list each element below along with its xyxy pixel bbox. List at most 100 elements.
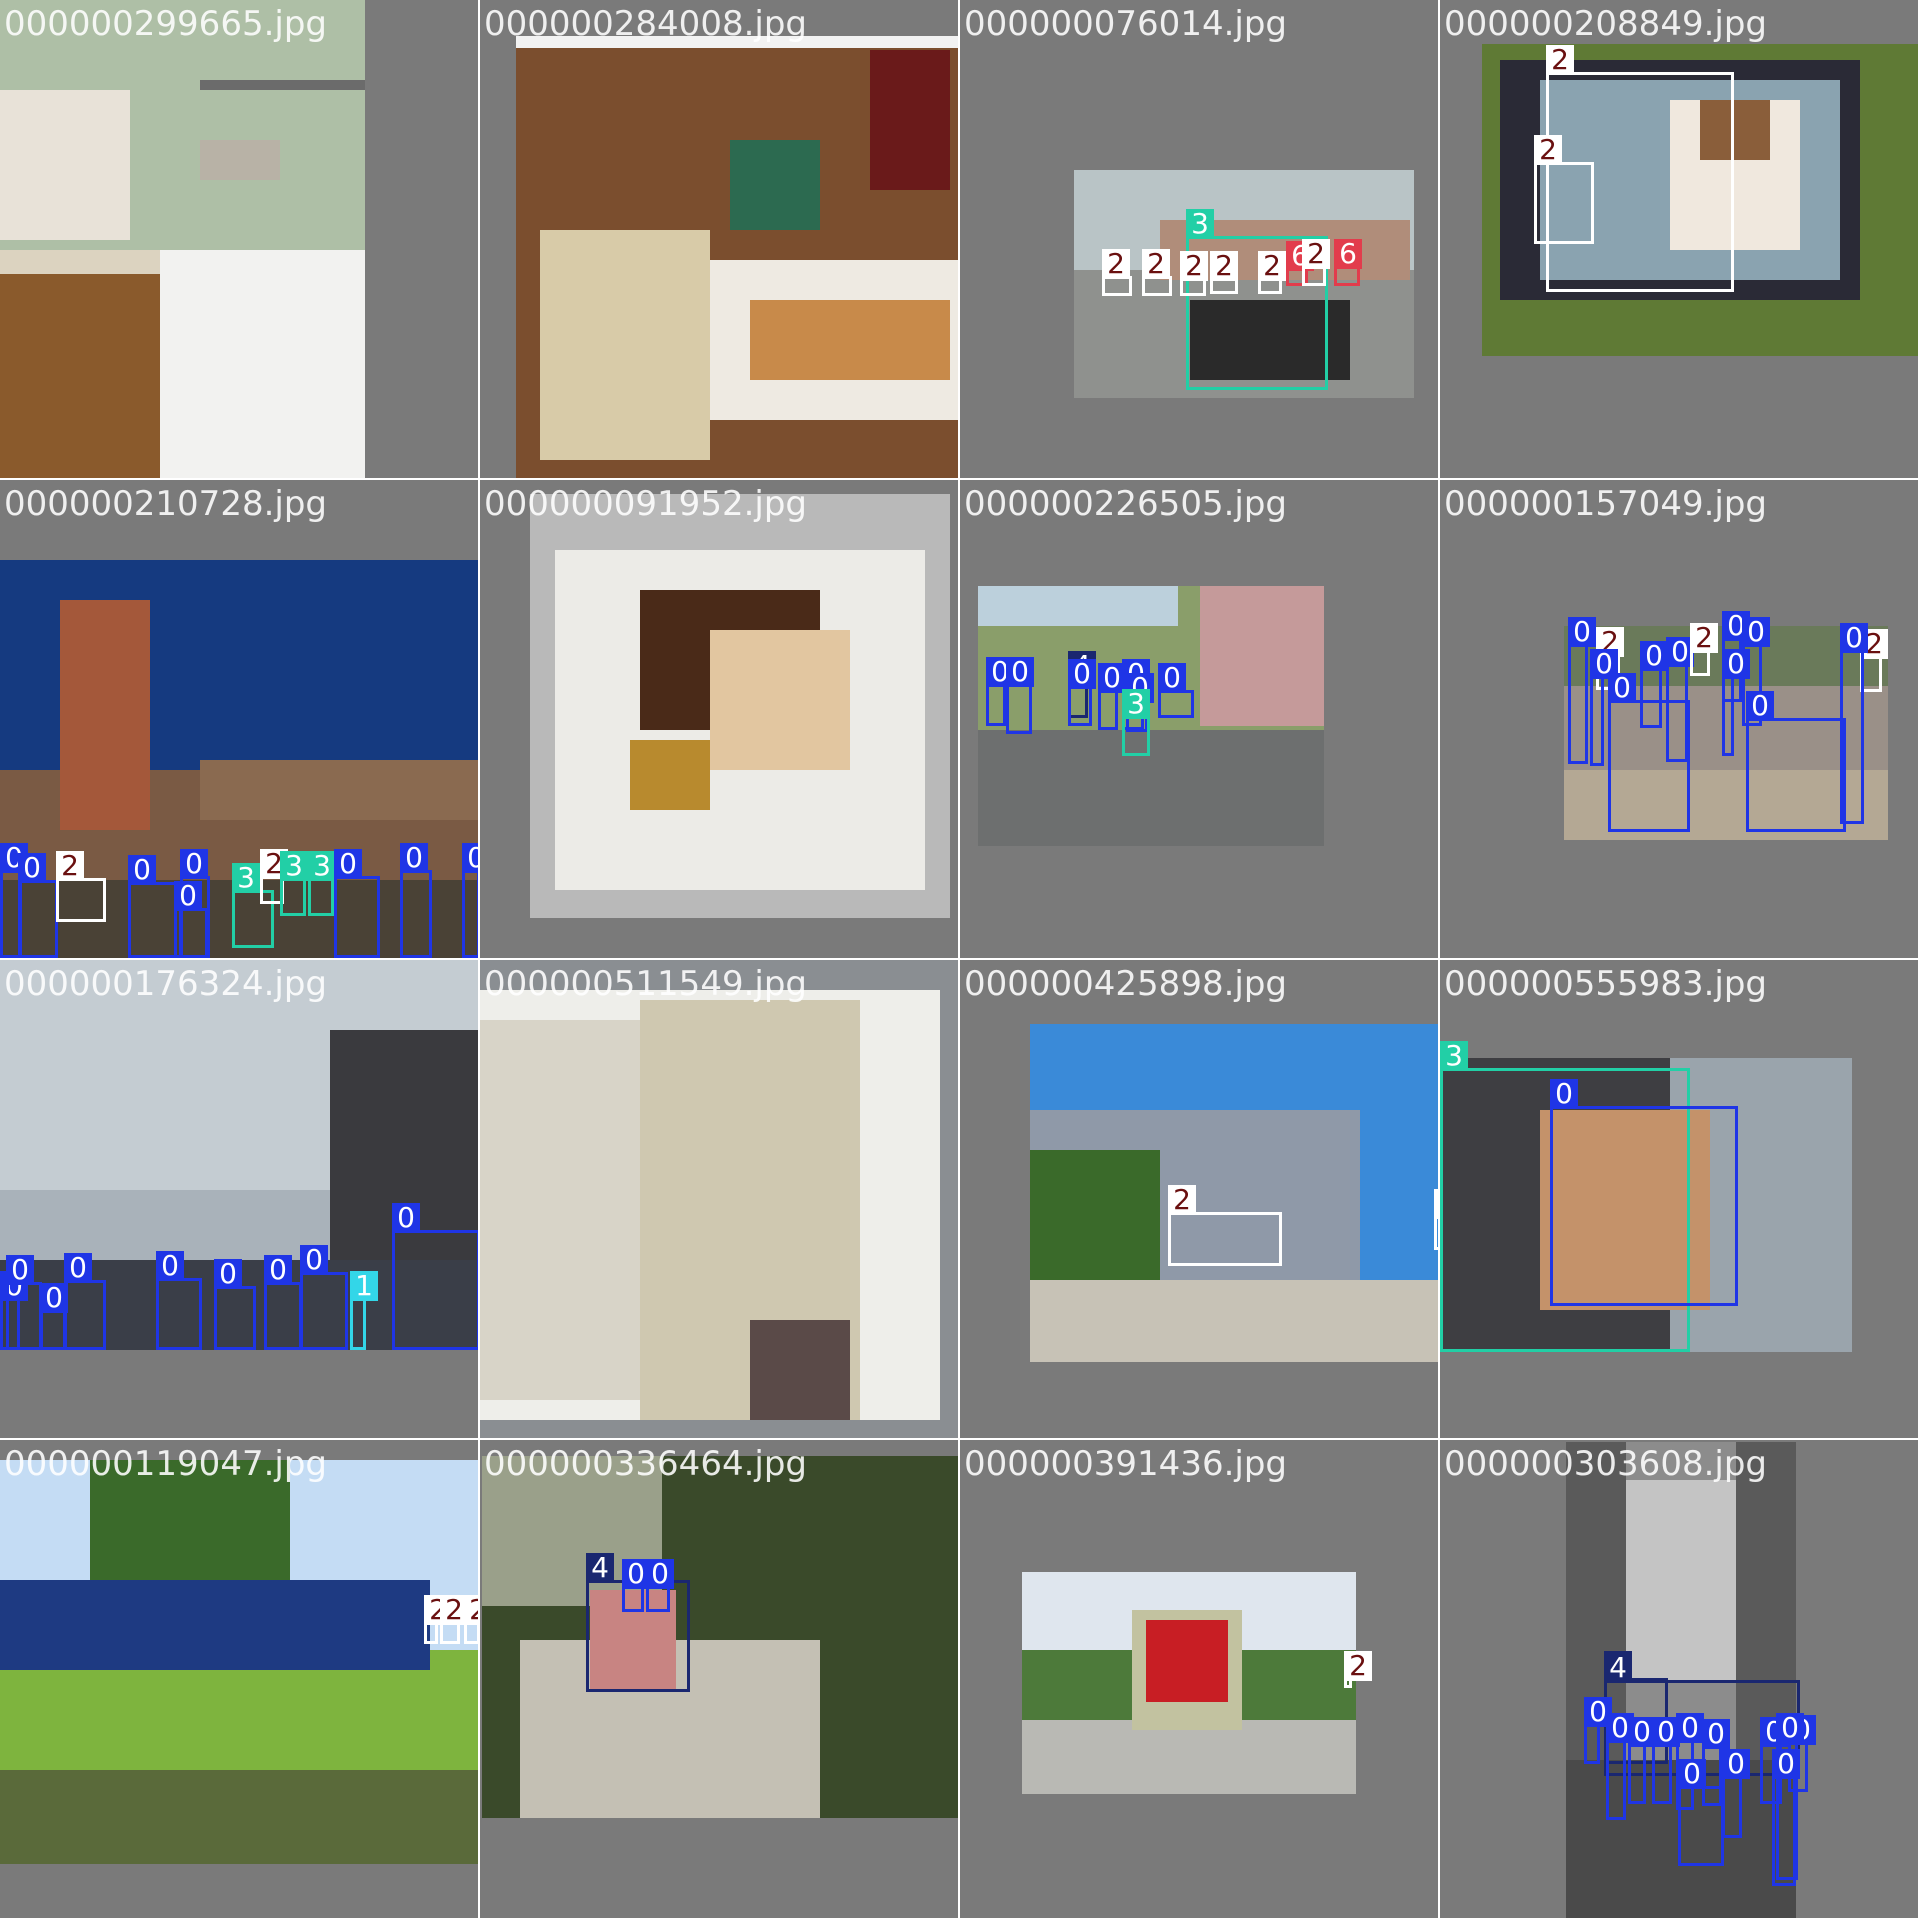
class-label: 0 [300, 1245, 328, 1275]
class-label: 2 [1534, 135, 1562, 165]
class-label: 0 [1742, 617, 1770, 647]
grid-cell: 44000000000000000000303608.jpg [1440, 1440, 1920, 1920]
class-label: 0 [646, 1559, 674, 1589]
detection-box: 1 [350, 1271, 378, 1350]
class-label: 2 [1302, 239, 1330, 269]
detection-box: 2 [1210, 251, 1238, 294]
detection-box: 0 [462, 843, 478, 958]
detection-box: 2 [1168, 1185, 1282, 1266]
detection-box: 0 [1722, 649, 1750, 756]
class-label: 0 [392, 1203, 420, 1233]
class-label: 0 [1840, 623, 1868, 653]
grid-cell: 0 0 0 0 0 0 0 0 1 0 000000176324.jpg [0, 960, 480, 1440]
detection-box: 0 [1840, 623, 1868, 824]
image-region [750, 1320, 850, 1420]
detection-box: 3 [308, 851, 336, 916]
detection-box: 2 [1534, 135, 1594, 244]
class-label: 3 [280, 851, 308, 881]
class-label: 0 [1702, 1719, 1730, 1749]
detection-box: 0 [1772, 1749, 1800, 1886]
filename-label: 000000208849.jpg [1444, 4, 1767, 44]
image-region [1022, 1720, 1356, 1794]
image-region [730, 140, 820, 230]
detection-box: 2 [1258, 251, 1286, 294]
class-label: 3 [232, 863, 260, 893]
detection-box: 6 [1334, 239, 1362, 286]
detection-box: 0 [1666, 637, 1694, 762]
detection-box: 0 [64, 1253, 106, 1350]
class-label: 0 [1772, 1749, 1800, 1779]
class-label: 1 [350, 1271, 378, 1301]
image-region [0, 270, 170, 478]
class-label: 2 [1180, 251, 1208, 281]
class-label: 3 [1186, 209, 1214, 239]
class-label: 2 [1690, 623, 1718, 653]
detection-box: 0 [1158, 663, 1194, 718]
detection-box: 0 [1722, 1749, 1750, 1838]
filename-label: 000000176324.jpg [4, 964, 327, 1004]
detection-box: 2 [424, 1595, 452, 1644]
image-grid: 000000299665.jpg 000000284008.jpg 3 2 2 2 2 2 6 2… [0, 0, 1920, 1920]
detection-box: 0 [986, 657, 1014, 726]
detection-box: 0 [334, 849, 380, 958]
detection-box: 2 [1344, 1651, 1372, 1688]
detection-box: 0 [40, 1283, 68, 1350]
detection-box: 2 [440, 1595, 468, 1644]
filename-label: 000000210728.jpg [4, 484, 327, 524]
image-region [160, 250, 370, 478]
image-region [60, 600, 150, 830]
detection-box: 2 [1142, 249, 1172, 296]
class-label: 0 [180, 849, 208, 879]
class-label: 0 [1568, 617, 1596, 647]
image-region [1146, 1620, 1228, 1702]
filename-label: 000000511549.jpg [484, 964, 807, 1004]
grid-cell: 3 2 2 2 2 2 6 2 6 000000076014.jpg [960, 0, 1440, 480]
image-region [630, 740, 710, 810]
filename-label: 000000391436.jpg [964, 1444, 1287, 1484]
class-label: 0 [214, 1259, 242, 1289]
class-label: 2 [1168, 1185, 1196, 1215]
detection-box: 0 [1550, 1079, 1738, 1306]
class-label: 2 [56, 851, 84, 881]
class-label: 2 [1142, 249, 1170, 279]
class-label: 0 [1068, 659, 1096, 689]
detection-box: 0 [1652, 1717, 1680, 1804]
class-label: 0 [400, 843, 428, 873]
grid-cell: 3 0 000000555983.jpg [1440, 960, 1920, 1440]
class-label: 0 [1550, 1079, 1578, 1109]
grid-cell: 22000000425898.jpg [960, 960, 1440, 1440]
class-label: 2 [1344, 1651, 1372, 1681]
detection-box: 2 [1302, 239, 1330, 286]
image-region [710, 630, 850, 770]
class-label: 0 [1676, 1713, 1704, 1743]
detection-box: 0 [1640, 641, 1668, 728]
class-label: 0 [334, 849, 362, 879]
filename-label: 000000226505.jpg [964, 484, 1287, 524]
image-region [0, 1770, 478, 1864]
image-region [1626, 1480, 1736, 1680]
filename-label: 000000555983.jpg [1444, 964, 1767, 1004]
image-region [978, 586, 1178, 626]
class-label: 0 [18, 853, 46, 883]
class-label: 0 [1640, 641, 1668, 671]
image-region [978, 730, 1324, 846]
filename-label: 000000076014.jpg [964, 4, 1287, 44]
detection-box: 0 [18, 853, 58, 958]
detection-box: 0 [1678, 1759, 1724, 1866]
class-label: 2 [1258, 251, 1286, 281]
detection-box: 0 [1568, 617, 1596, 764]
class-label: 0 [1776, 1713, 1804, 1743]
detection-box: 0 [174, 881, 208, 958]
grid-cell: 000000299665.jpg [0, 0, 480, 480]
class-label: 0 [264, 1255, 292, 1285]
detection-box: 0 [1068, 659, 1096, 726]
detection-box: 2 [1180, 251, 1208, 296]
class-label: 0 [1722, 1749, 1750, 1779]
detection-box: 2 [1690, 623, 1718, 676]
detection-box: 0 [400, 843, 432, 958]
filename-label: 000000425898.jpg [964, 964, 1287, 1004]
class-label: 0 [6, 1255, 34, 1285]
detection-box: 0 [1606, 1713, 1634, 1820]
class-label: 2 [1210, 251, 1238, 281]
filename-label: 000000157049.jpg [1444, 484, 1767, 524]
